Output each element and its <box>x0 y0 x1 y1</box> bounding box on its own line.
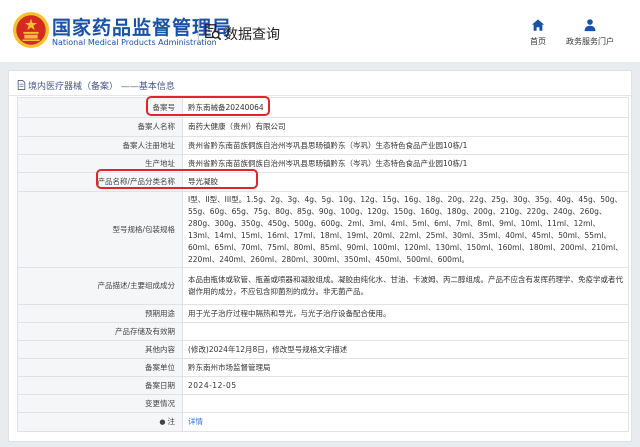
nav-service-portal[interactable]: 政务服务门户 <box>562 18 618 47</box>
table-row: 产品描述/主要组成成分 本品由瓶体或软管、瓶盖或喷器和凝胶组成。凝胶由纯化水、甘… <box>17 267 629 305</box>
highlight-record-number <box>146 96 270 116</box>
table-row: 备案号 黔东南械备20240064 <box>17 97 629 118</box>
filing-authority: 黔东南州市场监督管理局 <box>182 358 629 377</box>
registrant-name: 南药大健康（贵州）有限公司 <box>182 117 629 137</box>
other-content: (修改)2024年12月8日，修改型号规格文字描述 <box>182 340 629 359</box>
table-row: 产品存储及有效期 <box>17 322 629 341</box>
site-subtitle: National Medical Products Administration <box>52 38 217 47</box>
details-link[interactable]: 详情 <box>188 417 203 426</box>
data-query-label: 数据查询 <box>224 27 280 43</box>
row-label: 产品存储及有效期 <box>17 322 183 341</box>
user-icon <box>584 19 596 32</box>
table-row: 备案人名称 南药大健康（贵州）有限公司 <box>17 117 629 137</box>
breadcrumb: 境内医疗器械（备案） ——基本信息 <box>17 79 175 92</box>
row-label: 备案单位 <box>17 358 183 377</box>
row-label: 产品描述/主要组成成分 <box>17 267 183 305</box>
row-label: 其他内容 <box>17 340 183 359</box>
header-divider <box>198 20 199 44</box>
panel-divider <box>9 95 631 96</box>
record-table: 备案号 黔东南械备20240064 备案人名称 南药大健康（贵州）有限公司 备案… <box>17 97 629 432</box>
note-cell: 详情 <box>182 412 629 432</box>
detail-panel: 境内医疗器械（备案） ——基本信息 备案号 黔东南械备20240064 备案人名… <box>8 70 632 442</box>
table-row: 备案单位 黔东南州市场监督管理局 <box>17 358 629 377</box>
site-header: 国家药品监督管理局 National Medical Products Admi… <box>0 0 640 62</box>
table-row: 型号规格/包装规格 I型、II型、III型。1.5g、2g、3g、4g、5g、1… <box>17 191 629 268</box>
registrant-address: 贵州省黔东南苗族侗族自治州岑巩县思旸镇黔东（岑巩）生态特色食品产业园10栋/1 <box>182 136 629 155</box>
table-row: 备案人注册地址 贵州省黔东南苗族侗族自治州岑巩县思旸镇黔东（岑巩）生态特色食品产… <box>17 136 629 155</box>
document-icon <box>17 80 26 90</box>
table-row: 变更情况 <box>17 394 629 413</box>
row-label: 预期用途 <box>17 304 183 323</box>
table-row: ● 注 详情 <box>17 412 629 432</box>
change-history <box>182 394 629 413</box>
row-label: 备案日期 <box>17 376 183 395</box>
highlight-product-name-label <box>96 169 258 189</box>
row-label: 变更情况 <box>17 394 183 413</box>
row-label: 型号规格/包装规格 <box>17 191 183 268</box>
national-emblem-icon <box>12 11 50 49</box>
search-document-icon <box>205 24 222 41</box>
breadcrumb-text: 境内医疗器械（备案） ——基本信息 <box>28 82 175 92</box>
row-label: 备案人注册地址 <box>17 136 183 155</box>
row-label: 备案人名称 <box>17 117 183 137</box>
filing-date: 2024-12-05 <box>182 376 629 395</box>
model-specifications: I型、II型、III型。1.5g、2g、3g、4g、5g、10g、12g、15g… <box>182 191 629 268</box>
nav-home[interactable]: 首页 <box>526 18 550 47</box>
table-row: 备案日期 2024-12-05 <box>17 376 629 395</box>
home-icon <box>531 19 545 31</box>
pin-icon: ● <box>159 418 166 426</box>
nav-service-label: 政务服务门户 <box>566 37 614 46</box>
note-label: 注 <box>167 417 176 426</box>
nav-home-label: 首页 <box>530 37 546 46</box>
intended-use: 用于光子治疗过程中隔热和导光，与光子治疗设备配合使用。 <box>182 304 629 323</box>
product-description: 本品由瓶体或软管、瓶盖或喷器和凝胶组成。凝胶由纯化水、甘油、卡波姆、丙二醇组成。… <box>182 267 629 305</box>
table-row: 预期用途 用于光子治疗过程中隔热和导光，与光子治疗设备配合使用。 <box>17 304 629 323</box>
table-row: 其他内容 (修改)2024年12月8日，修改型号规格文字描述 <box>17 340 629 359</box>
storage-shelf-life <box>182 322 629 341</box>
row-label-note: ● 注 <box>17 412 183 432</box>
